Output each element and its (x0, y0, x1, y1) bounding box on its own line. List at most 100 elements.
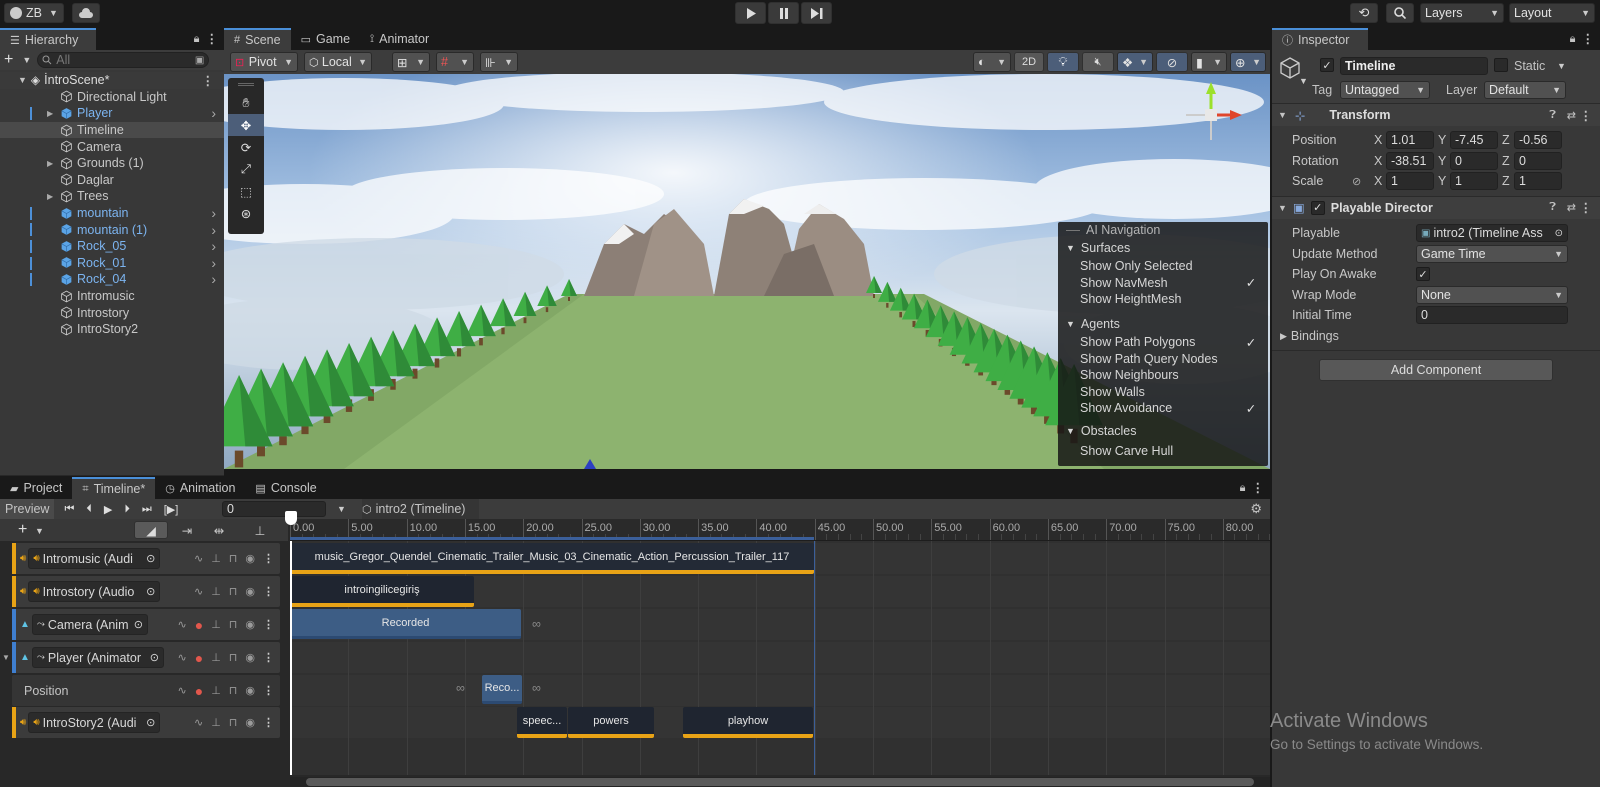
eye-icon[interactable]: ◉ (245, 618, 255, 631)
ai-nav-option[interactable]: Show Walls (1058, 384, 1268, 401)
filter-icon[interactable]: ▣ (195, 55, 204, 66)
update-method-dropdown[interactable]: Game Time ▼ (1416, 244, 1568, 263)
scrollbar-thumb[interactable] (306, 778, 1254, 786)
layout-dropdown[interactable]: Layout ▼ (1509, 3, 1595, 23)
ai-nav-option[interactable]: Show Path Polygons ✓ (1058, 334, 1268, 351)
hierarchy-item[interactable]: Intromusic (0, 288, 224, 305)
lighting-toggle[interactable]: 💡︎ (1047, 52, 1079, 72)
pause-button[interactable] (768, 2, 799, 24)
frame-field[interactable]: 0 (222, 501, 326, 517)
previous-frame-icon[interactable]: ⏴︎ (86, 503, 92, 516)
chevron-right-icon[interactable]: › (211, 255, 216, 271)
ripple-edit-button[interactable]: ⇹ (204, 521, 234, 539)
chevron-right-icon[interactable]: › (211, 271, 216, 287)
checkmark-icon[interactable]: ✓ (1244, 335, 1258, 350)
clip-playhow[interactable]: playhow (683, 707, 813, 738)
record-icon[interactable]: ● (195, 683, 203, 699)
local-dropdown[interactable]: ⬡ Local ▼ (304, 52, 372, 72)
cloud-button[interactable] (72, 3, 100, 23)
expand-arrow-icon[interactable]: ▼ (18, 75, 27, 85)
tab-scene[interactable]: # Scene (224, 28, 291, 50)
scene-viewport[interactable]: ✋︎ ✥ ⟳ ⤢ ⬚ ⊛ AI Navigation ▼ Surfaces Sho… (224, 74, 1270, 469)
lock-icon[interactable]: 🔒︎ (1240, 482, 1246, 495)
more-icon[interactable]: ⋮ (263, 585, 274, 598)
clip-speech[interactable]: speec... (517, 707, 567, 738)
track-header[interactable]: ▲ ⤳ Camera (Anim ⊙ ∿ ● ⊥ ⊓ ◉ ⋮ (12, 609, 280, 640)
camera-dropdown[interactable]: ▮ ▼ (1191, 52, 1227, 72)
go-to-end-icon[interactable]: ⏭︎ (142, 503, 152, 516)
clip-reco[interactable]: Reco... (482, 675, 522, 704)
replace-mode-button[interactable]: ⇥ (172, 521, 202, 539)
more-icon[interactable]: ⋮ (1580, 108, 1593, 123)
help-icon[interactable]: ❓︎ (1549, 109, 1556, 122)
more-icon[interactable]: ⋮ (263, 618, 274, 631)
horizontal-scrollbar[interactable] (290, 777, 1270, 787)
track-binding-field[interactable]: 🔊︎ Intromusic (Audi ⊙ (28, 548, 161, 569)
settings-gear-icon[interactable]: ⚙ (1250, 501, 1262, 517)
lock-icon[interactable]: ⊓ (229, 716, 238, 729)
expand-arrow-icon[interactable]: ▶ (47, 109, 53, 118)
pin-icon[interactable]: ⊥ (211, 585, 221, 598)
lock-icon[interactable]: ⊓ (229, 552, 238, 565)
obstacles-header[interactable]: ▼ Obstacles (1058, 421, 1268, 441)
undo-history-button[interactable]: ⟲ (1350, 3, 1378, 23)
preview-toggle[interactable]: Preview (0, 499, 55, 519)
clip-intro[interactable]: introingilicegiriş (290, 576, 474, 607)
track-header[interactable]: 🔊︎ 🔊︎ Introstory (Audio ⊙ ∿ ⊥ ⊓ ◉ ⋮ (12, 576, 280, 607)
rotation-z-field[interactable]: 0 (1514, 151, 1562, 170)
help-icon[interactable]: ❓︎ (1549, 201, 1556, 214)
checkmark-icon[interactable]: ✓ (1244, 401, 1258, 416)
gizmos-dropdown[interactable]: ⊕ ▼ (1230, 52, 1266, 72)
curves-icon[interactable]: ∿ (178, 618, 187, 631)
playable-field[interactable]: ▣ intro2 (Timeline Ass ⊙ (1416, 224, 1568, 243)
hierarchy-item[interactable]: ▶ Grounds (1) (0, 155, 224, 172)
ai-nav-header[interactable]: AI Navigation (1058, 222, 1268, 238)
grid-snap-dropdown[interactable]: ⊞ ▼ (392, 52, 430, 72)
rect-tool[interactable]: ⬚ (228, 180, 264, 202)
hierarchy-item[interactable]: ▶ Player › (0, 105, 224, 122)
expand-arrow-icon[interactable]: ▼ (2, 653, 10, 662)
curves-icon[interactable]: ∿ (194, 552, 203, 565)
playhead-line[interactable] (290, 541, 292, 775)
scene-row[interactable]: ▼ ◈ İntroScene* ⋮ (0, 72, 224, 89)
clip-powers[interactable]: powers (568, 707, 654, 738)
expand-arrow-icon[interactable]: ▶ (47, 192, 53, 201)
axis-y-label[interactable]: Y (1438, 154, 1446, 168)
track-header[interactable]: 🔊︎ 🔊︎ Intromusic (Audi ⊙ ∿ ⊥ ⊓ ◉ ⋮ (12, 543, 280, 574)
move-tool[interactable]: ✥ (228, 114, 264, 136)
search-button[interactable] (1386, 3, 1414, 23)
chevron-down-icon[interactable]: ▼ (22, 55, 31, 65)
rotation-y-field[interactable]: 0 (1450, 151, 1498, 170)
scale-z-field[interactable]: 1 (1514, 172, 1562, 191)
hierarchy-item[interactable]: Rock_01 › (0, 255, 224, 272)
ripple-mode-button[interactable]: ◢ (134, 521, 168, 539)
track-binding-field[interactable]: 🔊︎ IntroStory2 (Audi ⊙ (28, 712, 161, 733)
more-icon[interactable]: ⋮ (202, 73, 215, 88)
curves-icon[interactable]: ∿ (194, 585, 203, 598)
hierarchy-item[interactable]: IntroStory2 (0, 321, 224, 338)
layers-dropdown[interactable]: Layers ▼ (1420, 3, 1504, 23)
pivot-dropdown[interactable]: ⊡ Pivot ▼ (230, 52, 298, 72)
eye-icon[interactable]: ◉ (245, 684, 255, 697)
tag-dropdown[interactable]: Untagged ▼ (1340, 81, 1430, 99)
pin-icon[interactable]: ⊥ (211, 716, 221, 729)
pin-icon[interactable]: ⊥ (211, 618, 221, 631)
hierarchy-item[interactable]: mountain (1) › (0, 221, 224, 238)
hierarchy-item[interactable]: Timeline (0, 121, 224, 139)
ai-nav-option[interactable]: Show Avoidance ✓ (1058, 400, 1268, 417)
account-dropdown[interactable]: ZB ▼ (4, 3, 64, 23)
ai-nav-option[interactable]: Show NavMesh ✓ (1058, 275, 1268, 292)
position-y-field[interactable]: -7.45 (1450, 131, 1498, 150)
next-frame-icon[interactable]: ⏵︎ (124, 503, 130, 516)
track-header[interactable]: ▲ ⤳ Player (Animator ⊙ ▼ ∿ ● ⊥ ⊓ ◉ ⋮ (2, 642, 280, 673)
object-picker-icon[interactable]: ⊙ (146, 552, 155, 565)
more-icon[interactable]: ⋮ (263, 552, 274, 565)
add-track-icon[interactable]: + (18, 521, 27, 539)
snap-button[interactable]: ⊥ (248, 521, 272, 539)
add-component-button[interactable]: Add Component (1319, 359, 1553, 382)
active-checkbox[interactable]: ✓ (1320, 58, 1334, 72)
object-picker-icon[interactable]: ⊙ (146, 716, 155, 729)
hierarchy-search[interactable]: All ▣ (37, 52, 210, 68)
more-icon[interactable]: ⋮ (263, 716, 274, 729)
clip-music[interactable]: music_Gregor_Quendel_Cinematic_Trailer_M… (290, 543, 814, 574)
